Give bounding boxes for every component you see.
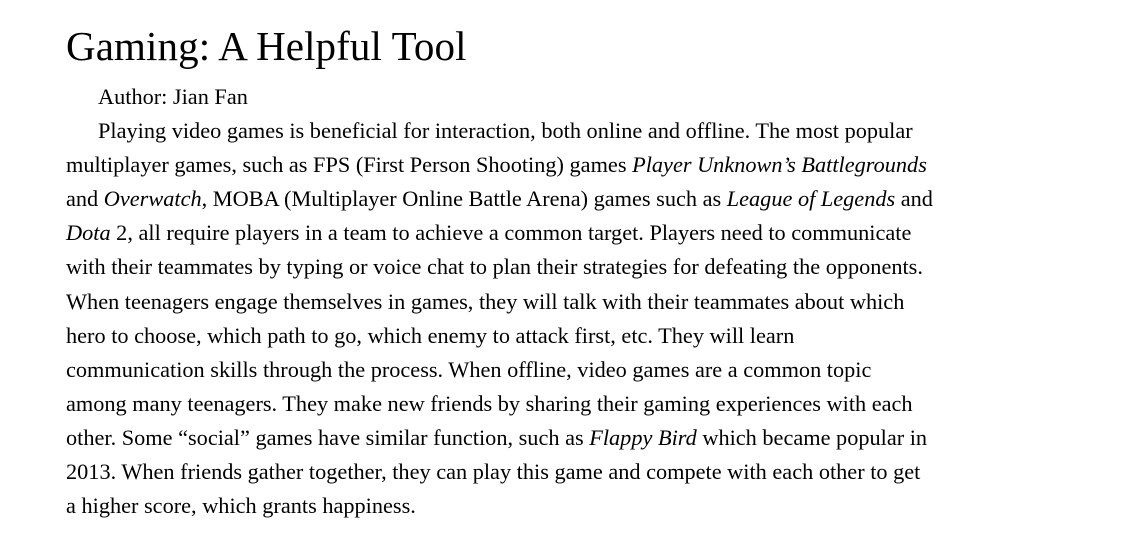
document-title: Gaming: A Helpful Tool	[66, 23, 467, 69]
paragraph-text: and	[66, 186, 104, 212]
paragraph-text: and	[895, 186, 933, 212]
game-title-dota: Dota	[66, 220, 111, 246]
body-paragraph: Playing video games is beneficial for in…	[66, 114, 1066, 523]
paragraph-line-5: with their teammates by typing or voice …	[66, 254, 923, 280]
paragraph-line-12: a higher score, which grants happiness.	[66, 493, 416, 519]
paragraph-text: multiplayer games, such as FPS (First Pe…	[66, 152, 633, 178]
game-title-lol: League of Legends	[726, 186, 896, 212]
paragraph-line-7: hero to choose, which path to go, which …	[66, 322, 795, 348]
game-title-flappy-bird: Flappy Bird	[589, 424, 697, 450]
paragraph-text: which became popular in	[696, 424, 928, 450]
paragraph-line-10: other. Some “social” games have similar …	[66, 421, 1066, 455]
game-title-overwatch: Overwatch	[103, 186, 202, 212]
paragraph-text: 2, all require players in a team to achi…	[110, 220, 912, 246]
paragraph-line-11: 2013. When friends gather together, they…	[66, 459, 921, 485]
paragraph-line-1: Playing video games is beneficial for in…	[98, 118, 913, 144]
game-title-pubg: Player Unknown’s Battlegrounds	[632, 152, 927, 178]
document-page: Gaming: A Helpful Tool Author: Jian Fan …	[66, 18, 1066, 523]
paragraph-line-3: and Overwatch, MOBA (Multiplayer Online …	[66, 182, 1066, 216]
author-line: Author: Jian Fan	[98, 84, 248, 109]
paragraph-line-4: Dota 2, all require players in a team to…	[66, 216, 1066, 250]
paragraph-line-8: communication skills through the process…	[66, 356, 872, 382]
paragraph-line-9: among many teenagers. They make new frie…	[66, 390, 913, 416]
document-body: Author: Jian Fan Playing video games is …	[66, 80, 1066, 523]
paragraph-line-6: When teenagers engage themselves in game…	[66, 288, 905, 314]
paragraph-text: other. Some “social” games have similar …	[66, 424, 590, 450]
paragraph-text: , MOBA (Multiplayer Online Battle Arena)…	[201, 186, 727, 212]
paragraph-line-2: multiplayer games, such as FPS (First Pe…	[66, 148, 1066, 182]
